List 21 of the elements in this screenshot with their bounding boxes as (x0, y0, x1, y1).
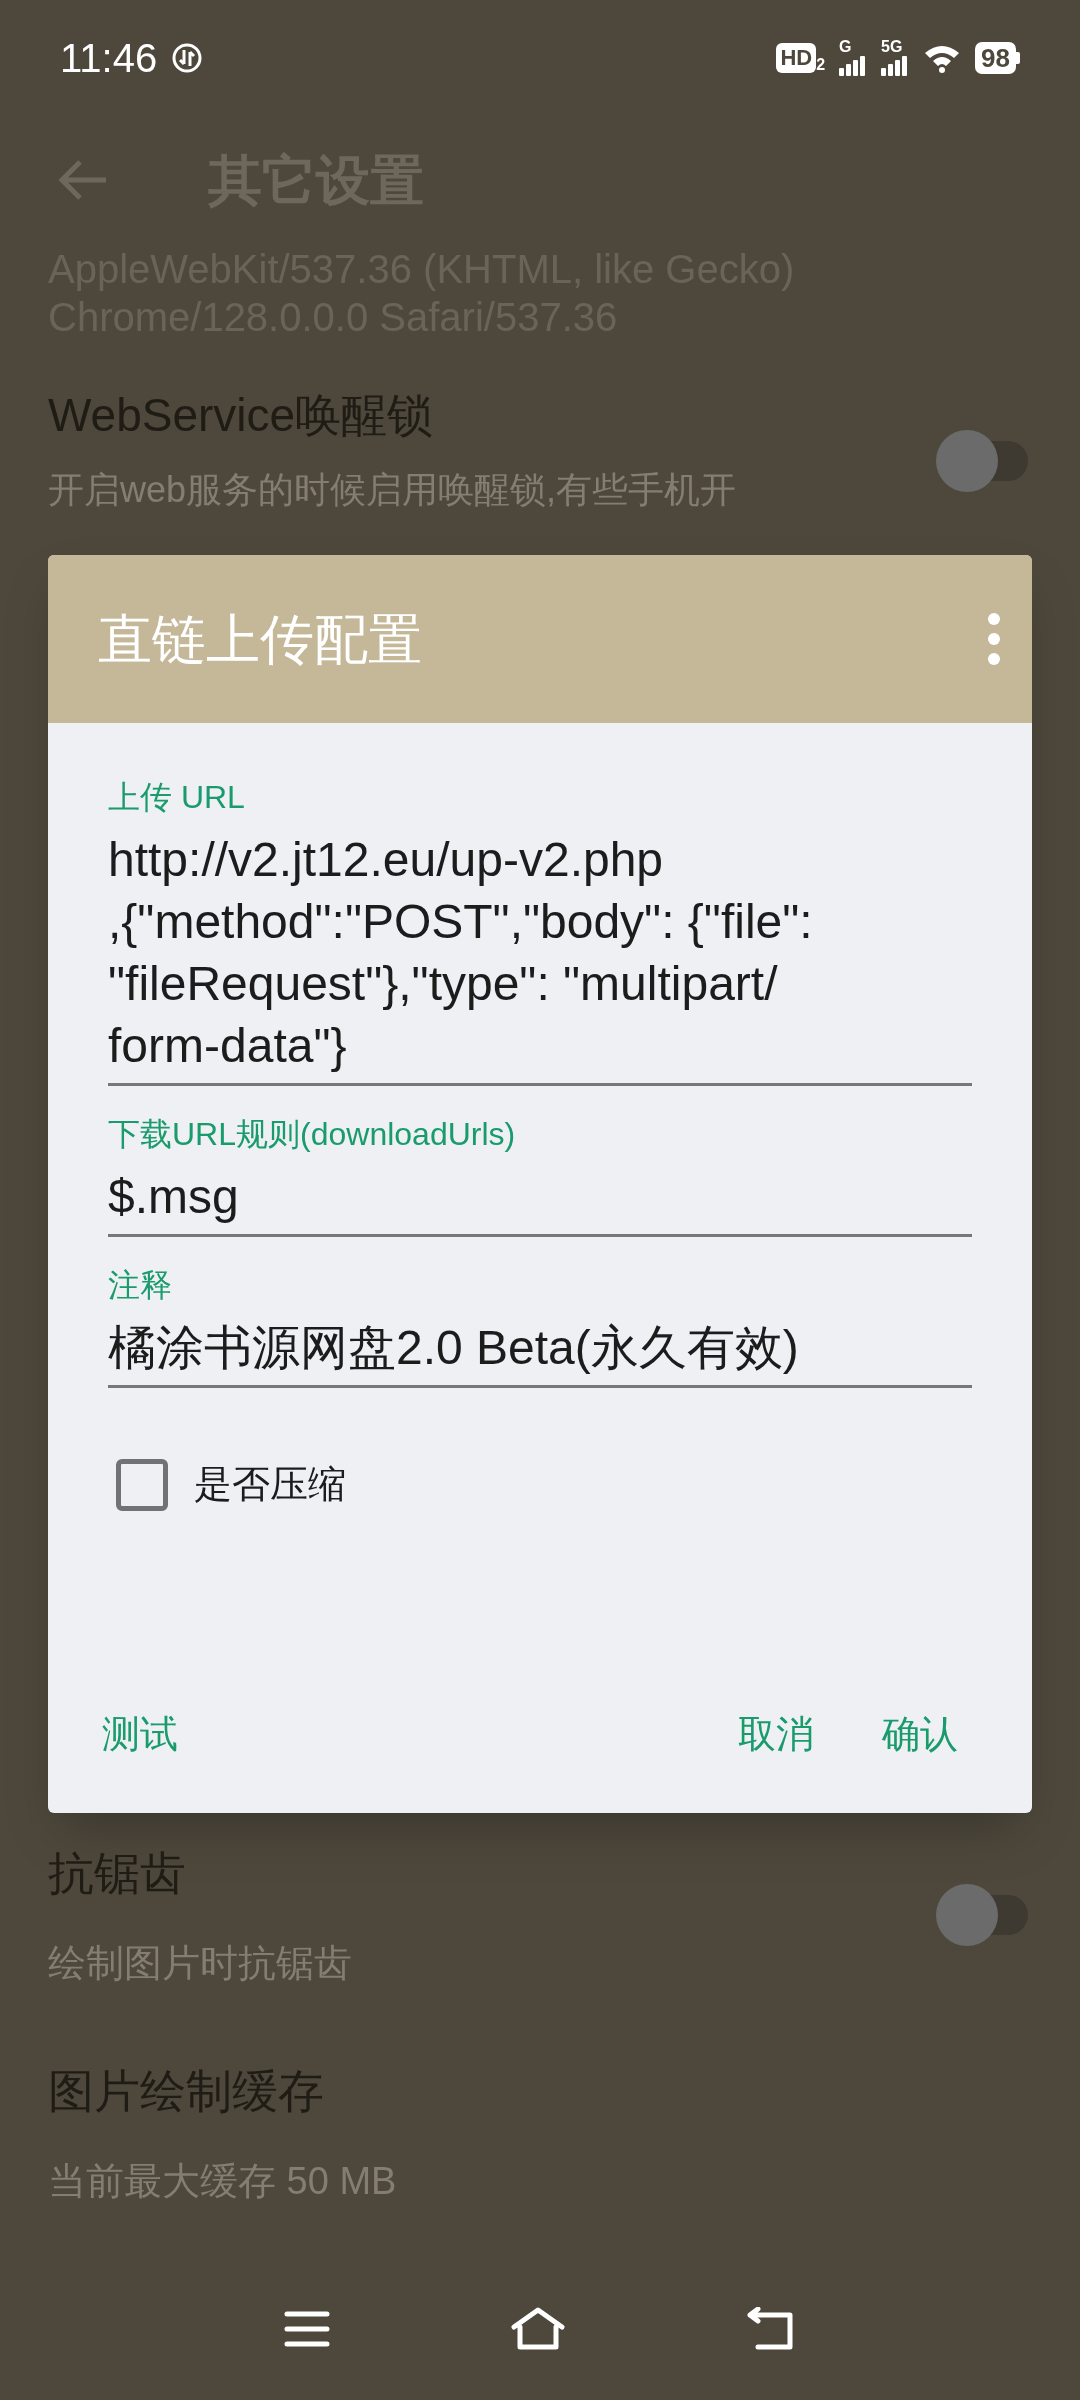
hd-sub-label: 2 (816, 56, 826, 73)
network-label: 5G (881, 39, 903, 54)
status-time: 11:46 (60, 34, 158, 82)
input-field[interactable]: 橘涂书源网盘2.0 Beta(永久有效) (108, 1305, 972, 1388)
battery-level: 98 (975, 41, 1016, 74)
input-field[interactable]: $.msg (108, 1154, 972, 1237)
field-label: 下载URL规则(downloadUrls) (108, 1115, 517, 1154)
field-label: 上传 URL (108, 778, 246, 817)
back-icon[interactable] (746, 2307, 796, 2351)
data-saver-icon (171, 41, 204, 74)
input-field[interactable]: http://v2.jt12.eu/up-v2.php ,{"method":"POST","body": {"file": "fileRequest"},"type": "multipart/ form-data"} (108, 817, 972, 1086)
signal-icon (881, 53, 910, 76)
checkbox-label: 是否压缩 (194, 1462, 346, 1507)
signal-icon (839, 53, 868, 76)
network-label: G (839, 39, 852, 54)
hd-badge: HD (776, 42, 817, 73)
home-icon[interactable] (510, 2307, 566, 2351)
menu-icon[interactable] (284, 2310, 330, 2348)
field-label: 注释 (108, 1266, 173, 1305)
checkbox[interactable] (116, 1458, 168, 1511)
dialog-title: 直链上传配置 (98, 607, 422, 671)
